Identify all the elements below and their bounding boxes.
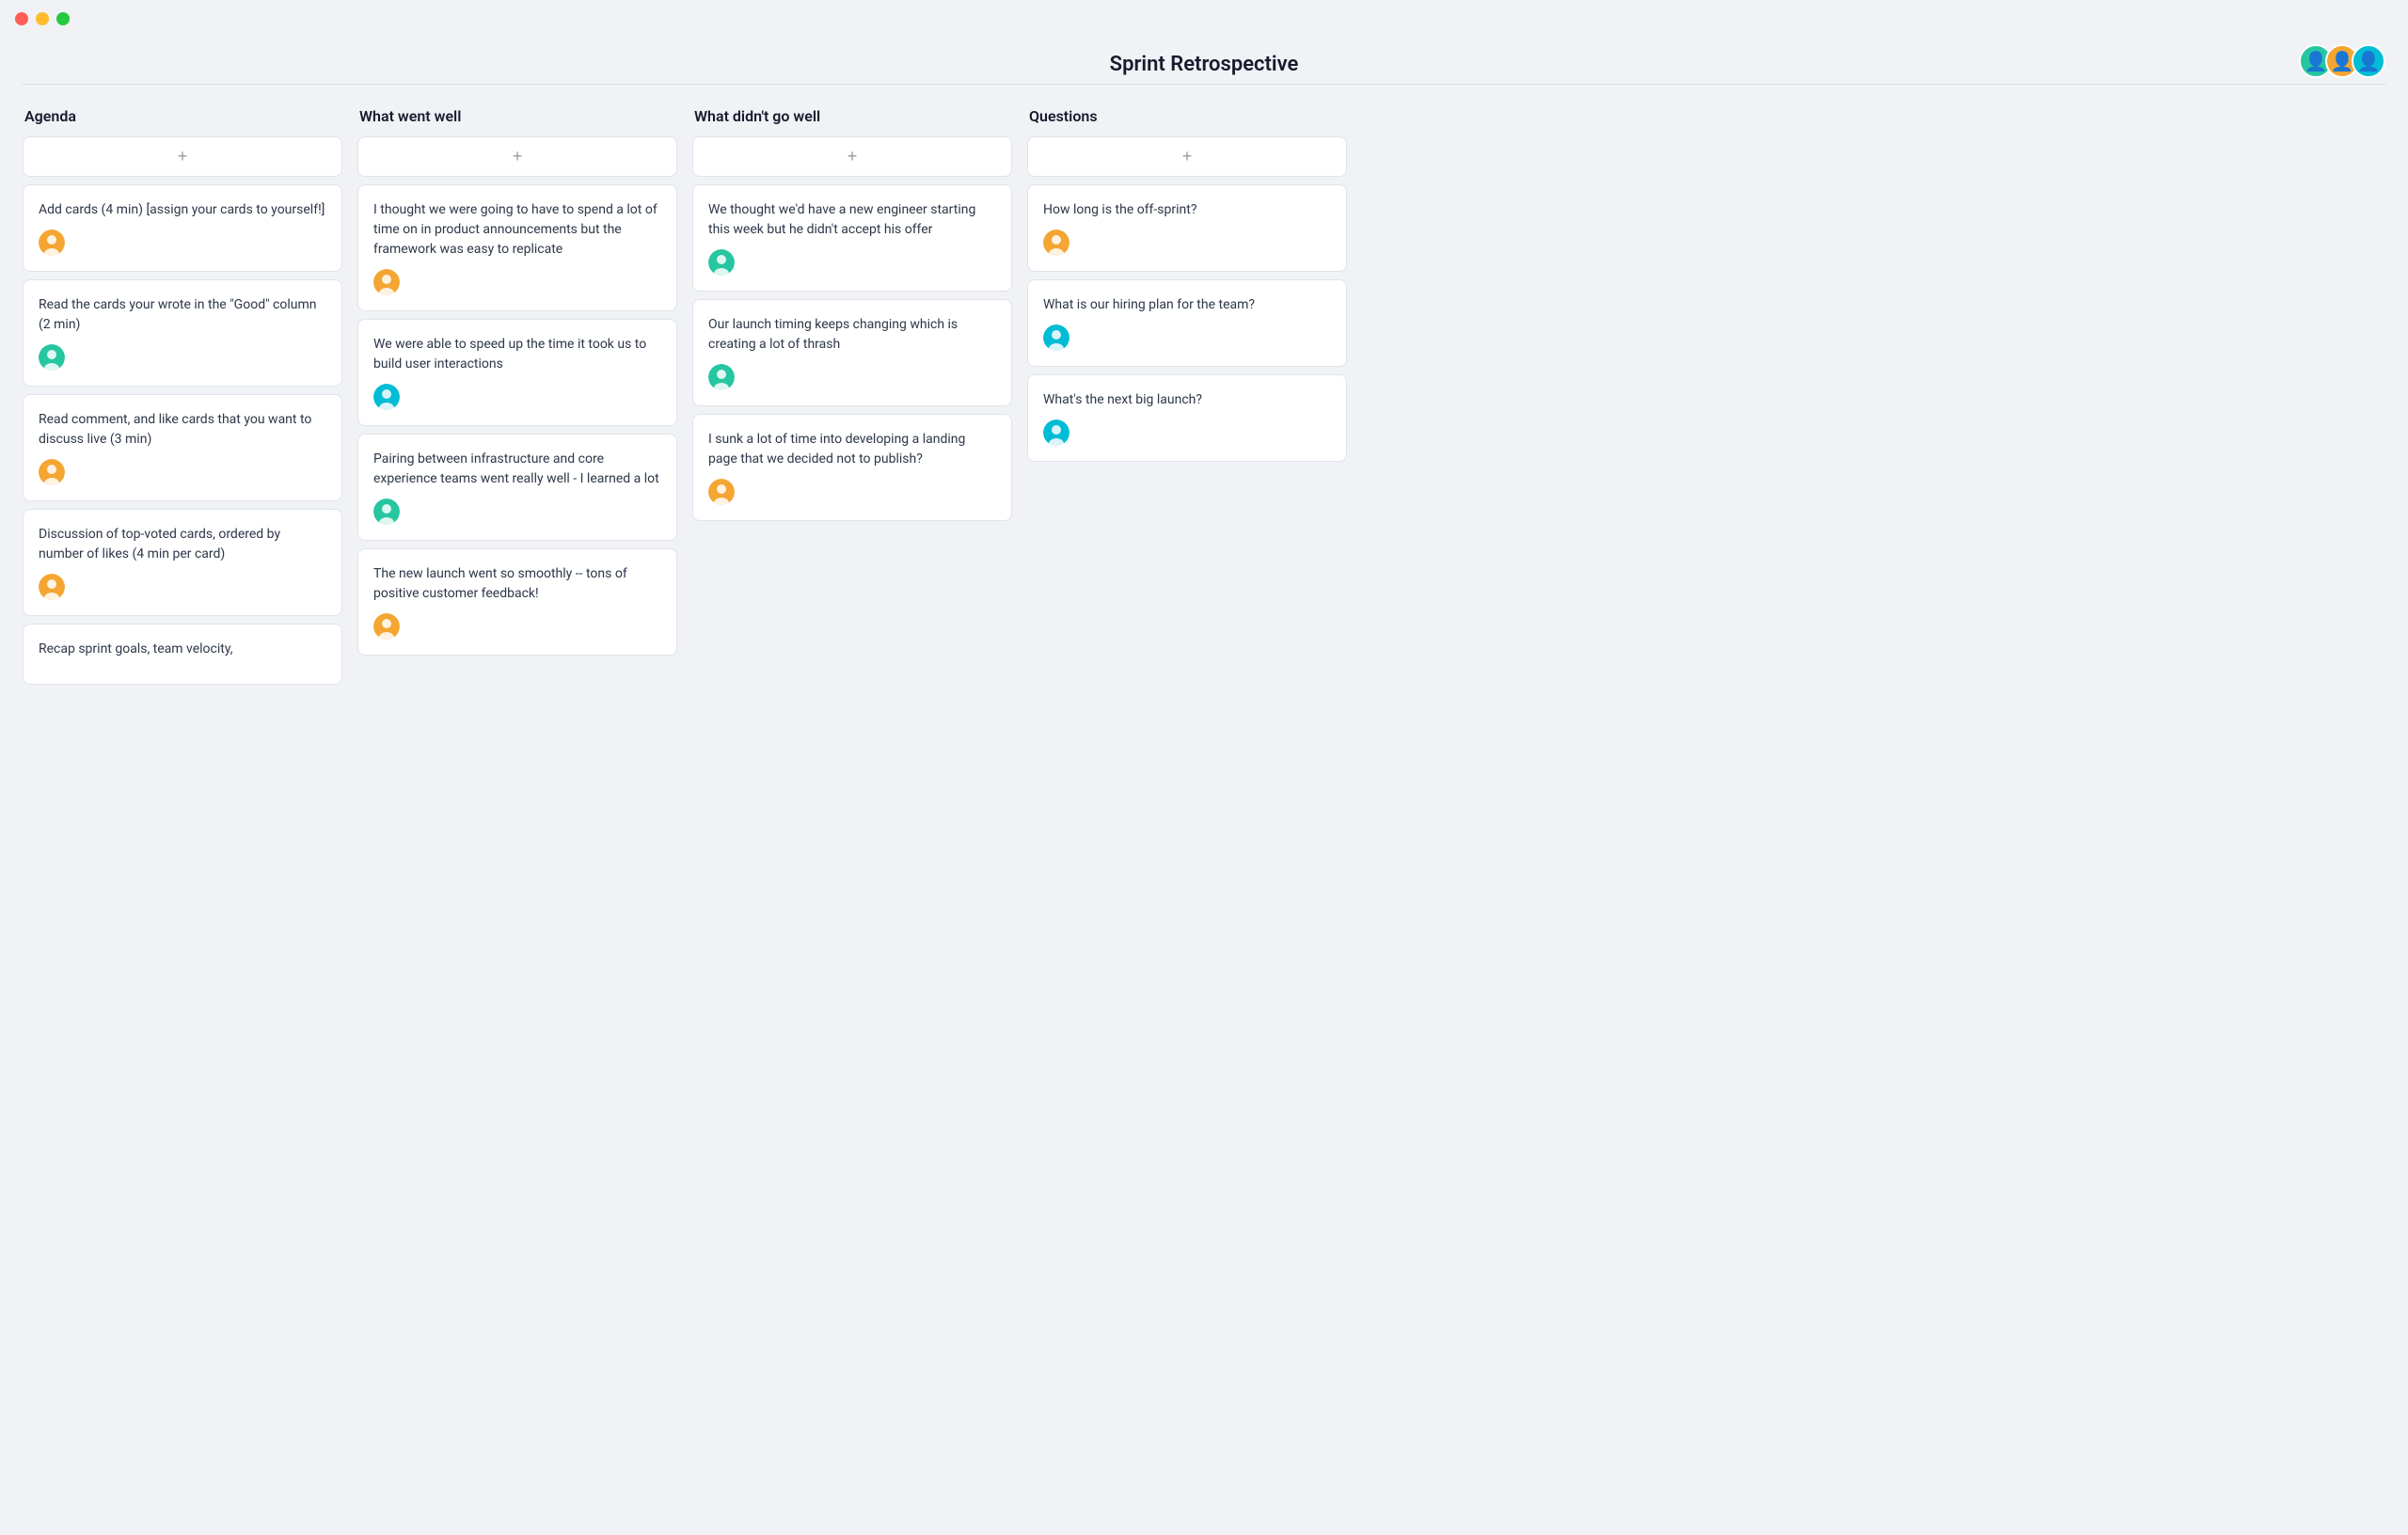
card: Our launch timing keeps changing which i… — [692, 299, 1012, 406]
column-questions: Questions + How long is the off-sprint? Wh… — [1027, 107, 1347, 692]
column-title-what-didnt-go-well: What didn't go well — [692, 107, 1012, 125]
traffic-light-red[interactable] — [15, 12, 28, 25]
card-avatar[interactable] — [708, 479, 735, 505]
card-text: What is our hiring plan for the team? — [1043, 295, 1331, 315]
card: How long is the off-sprint? — [1027, 184, 1347, 272]
card-avatar[interactable] — [373, 384, 400, 410]
card-text: Pairing between infrastructure and core … — [373, 450, 661, 489]
traffic-lights — [15, 12, 70, 25]
column-what-went-well: What went well + I thought we were going t… — [357, 107, 677, 692]
card-avatar[interactable] — [708, 364, 735, 390]
card-text: Recap sprint goals, team velocity, — [39, 640, 326, 659]
column-what-didnt-go-well: What didn't go well + We thought we'd have… — [692, 107, 1012, 692]
add-card-button-questions[interactable]: + — [1027, 136, 1347, 177]
column-title-what-went-well: What went well — [357, 107, 677, 125]
card-avatar[interactable] — [39, 229, 65, 256]
header-avatars: 👤 👤 👤 — [2299, 44, 2385, 78]
card: Recap sprint goals, team velocity, — [23, 624, 342, 685]
card-text: Add cards (4 min) [assign your cards to … — [39, 200, 326, 220]
page-title: Sprint Retrospective — [1110, 53, 1299, 76]
card: Read the cards your wrote in the "Good" … — [23, 279, 342, 387]
card: I thought we were going to have to spend… — [357, 184, 677, 311]
add-card-button-agenda[interactable]: + — [23, 136, 342, 177]
card-text: Discussion of top-voted cards, ordered b… — [39, 525, 326, 564]
card-avatar[interactable] — [39, 459, 65, 485]
card-avatar[interactable] — [1043, 229, 1069, 256]
card-text: Read the cards your wrote in the "Good" … — [39, 295, 326, 335]
titlebar — [0, 0, 2408, 38]
card: Pairing between infrastructure and core … — [357, 434, 677, 541]
card-avatar[interactable] — [1043, 419, 1069, 446]
card: We thought we'd have a new engineer star… — [692, 184, 1012, 292]
card-avatar[interactable] — [39, 574, 65, 600]
header-divider — [23, 84, 2385, 85]
card-text: Read comment, and like cards that you wa… — [39, 410, 326, 450]
traffic-light-yellow[interactable] — [36, 12, 49, 25]
card-text: We thought we'd have a new engineer star… — [708, 200, 996, 240]
card-avatar[interactable] — [1043, 324, 1069, 351]
card: I sunk a lot of time into developing a l… — [692, 414, 1012, 521]
card-text: How long is the off-sprint? — [1043, 200, 1331, 220]
add-card-button-what-didnt-go-well[interactable]: + — [692, 136, 1012, 177]
card-text: What's the next big launch? — [1043, 390, 1331, 410]
header: Sprint Retrospective 👤 👤 👤 — [0, 38, 2408, 84]
card-text: The new launch went so smoothly -- tons … — [373, 564, 661, 604]
avatar-3[interactable]: 👤 — [2352, 44, 2385, 78]
card: Read comment, and like cards that you wa… — [23, 394, 342, 501]
card-avatar[interactable] — [39, 344, 65, 371]
card: What's the next big launch? — [1027, 374, 1347, 462]
card: We were able to speed up the time it too… — [357, 319, 677, 426]
column-title-agenda: Agenda — [23, 107, 342, 125]
card-text: I thought we were going to have to spend… — [373, 200, 661, 260]
add-card-button-what-went-well[interactable]: + — [357, 136, 677, 177]
card-text: We were able to speed up the time it too… — [373, 335, 661, 374]
card-avatar[interactable] — [708, 249, 735, 276]
card: The new launch went so smoothly -- tons … — [357, 548, 677, 656]
card-avatar[interactable] — [373, 498, 400, 525]
card-text: I sunk a lot of time into developing a l… — [708, 430, 996, 469]
card: Add cards (4 min) [assign your cards to … — [23, 184, 342, 272]
traffic-light-green[interactable] — [56, 12, 70, 25]
board: Agenda + Add cards (4 min) [assign your ca… — [0, 100, 2408, 715]
card: What is our hiring plan for the team? — [1027, 279, 1347, 367]
card-avatar[interactable] — [373, 613, 400, 640]
column-agenda: Agenda + Add cards (4 min) [assign your ca… — [23, 107, 342, 692]
card-text: Our launch timing keeps changing which i… — [708, 315, 996, 355]
card-avatar[interactable] — [373, 269, 400, 295]
card: Discussion of top-voted cards, ordered b… — [23, 509, 342, 616]
column-title-questions: Questions — [1027, 107, 1347, 125]
